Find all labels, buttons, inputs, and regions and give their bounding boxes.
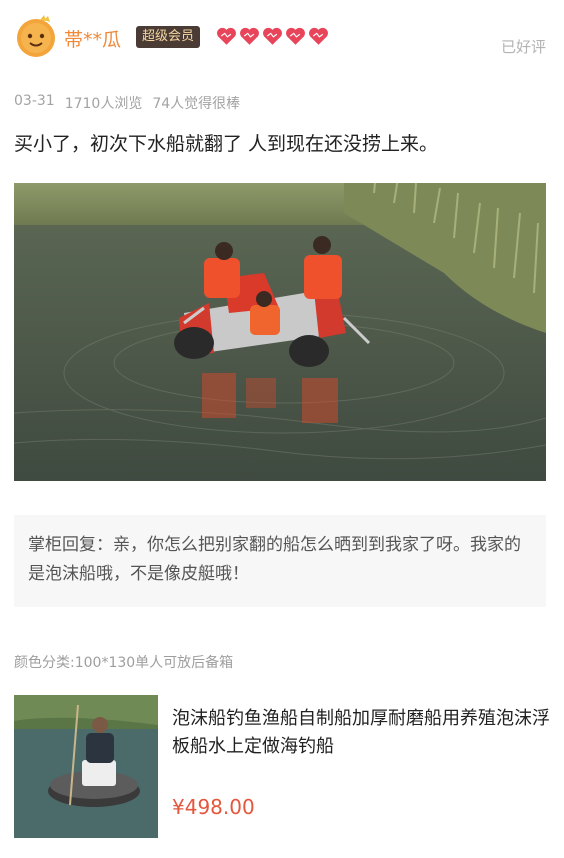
heart-icon (263, 27, 282, 45)
review-photo[interactable] (14, 183, 546, 481)
review-views: 1710人浏览 (64, 96, 143, 112)
seller-reply: 掌柜回复：亲，你怎么把别家翻的船怎么晒到到我家了呀。我家的是泡沫船哦，不是像皮艇… (14, 515, 546, 607)
heart-icon (309, 27, 328, 45)
sku-text: 颜色分类:100*130单人可放后备箱 (14, 655, 234, 671)
vip-badge: 超级会员 (136, 26, 201, 48)
review-likes: 74人觉得很棒 (152, 96, 241, 112)
heart-icon (286, 27, 305, 45)
rating-hearts (216, 26, 329, 46)
heart-icon (240, 27, 259, 45)
username[interactable]: 帯**瓜 (64, 25, 121, 52)
review-header: 帯**瓜 超级会员 已好评 (0, 0, 564, 80)
praise-tag: 已好评 (500, 38, 546, 56)
review-date: 03-31 (14, 93, 55, 109)
product-thumbnail[interactable] (14, 695, 158, 838)
avatar[interactable] (14, 14, 58, 58)
product-price: ¥498.00 (172, 795, 255, 819)
review-text: 买小了，初次下水船就翻了 人到现在还没捞上来。 (14, 133, 439, 155)
heart-icon (217, 27, 236, 45)
product-card[interactable]: 泡沫船钓鱼渔船自制船加厚耐磨船用养殖泡沫浮板船水上定做海钓船 ¥498.00 (14, 693, 554, 838)
review-meta: 03-31 1710人浏览 74人觉得很棒 (14, 93, 240, 113)
product-title[interactable]: 泡沫船钓鱼渔船自制船加厚耐磨船用养殖泡沫浮板船水上定做海钓船 (172, 705, 552, 761)
